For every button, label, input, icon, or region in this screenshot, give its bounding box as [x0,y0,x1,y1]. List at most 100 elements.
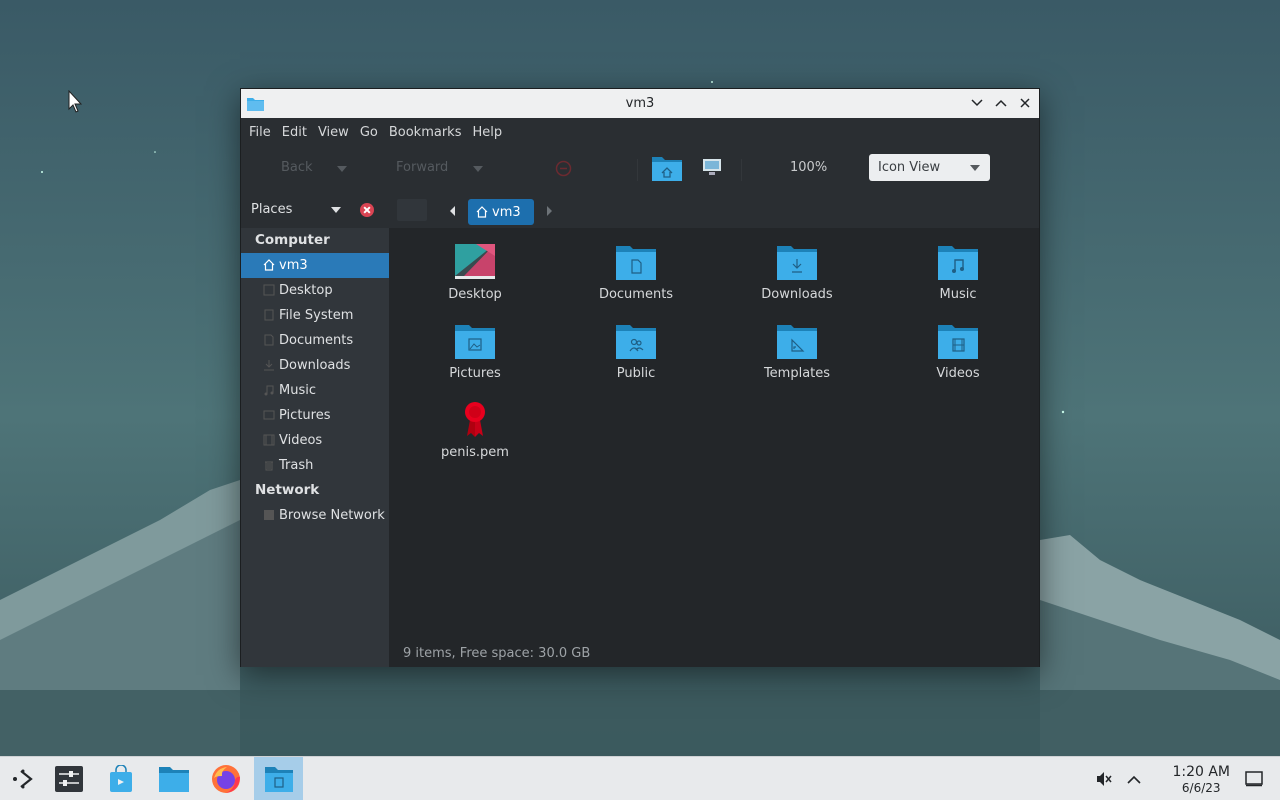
pictures-icon [263,410,275,420]
sidebar-item-label: Videos [279,433,323,448]
sidebar-item-trash[interactable]: Trash [241,453,389,478]
menu-help[interactable]: Help [472,125,511,140]
path-nav-button[interactable] [397,199,427,221]
trash-icon [265,461,273,471]
file-name: Music [939,287,977,302]
firefox-icon [212,765,240,793]
desktop-icon [263,284,275,296]
sidebar-item-label: File System [279,308,354,323]
file-view[interactable]: Desktop Documents Downloads Music Pictur… [389,228,1039,640]
back-dropdown-icon[interactable] [337,166,347,172]
sidebar-item-desktop[interactable]: Desktop [241,278,389,303]
clock-time: 1:20 AM [1172,764,1230,780]
status-bar: 9 items, Free space: 30.0 GB [389,640,1039,667]
sidebar-item-music[interactable]: Music [241,378,389,403]
firefox-button[interactable] [203,757,249,800]
menu-bookmarks[interactable]: Bookmarks [389,125,471,140]
close-icon [1020,98,1030,108]
file-item-downloads[interactable]: Downloads [737,242,857,302]
section-network: Network [255,482,320,498]
forward-button[interactable]: Forward [396,160,448,175]
videos-folder-icon [938,325,978,359]
file-item-public[interactable]: Public [576,321,696,381]
pictures-folder-icon [455,325,495,359]
discover-icon [110,765,132,792]
maximize-button[interactable] [993,94,1009,112]
home-folder-icon[interactable] [651,154,683,182]
drive-icon [264,309,274,321]
file-item-pictures[interactable]: Pictures [415,321,535,381]
file-name: Pictures [449,366,501,381]
stop-icon[interactable] [555,160,572,177]
status-text: 9 items, Free space: 30.0 GB [403,646,591,661]
sidebar-item-file-system[interactable]: File System [241,303,389,328]
file-item-desktop[interactable]: Desktop [415,242,535,302]
settings-icon [55,766,83,792]
chevron-up-icon [1127,775,1141,784]
sidebar-item-documents[interactable]: Documents [241,328,389,353]
path-scroll-left-icon[interactable] [450,206,455,216]
toolbar-separator [637,159,638,181]
file-name: Desktop [448,287,502,302]
sidebar-item-vm3[interactable]: vm3 [241,253,389,278]
close-sidebar-icon[interactable] [360,203,374,217]
minimize-button[interactable] [969,94,985,112]
music-folder-icon [938,246,978,280]
sidebar-item-label: vm3 [279,258,308,273]
application-launcher-button[interactable] [0,757,46,800]
menu-go[interactable]: Go [360,125,387,140]
certificate-icon [465,402,485,437]
view-mode-value: Icon View [878,160,941,175]
view-mode-select[interactable]: Icon View [869,154,990,181]
system-tray-expand-button[interactable] [1114,757,1154,800]
places-dropdown-icon[interactable] [331,207,341,213]
path-bar: vm3 [389,191,1039,228]
digital-clock[interactable]: 1:20 AM 6/6/23 [1172,764,1230,795]
sidebar-item-label: Music [279,383,316,398]
back-button[interactable]: Back [281,160,313,175]
discover-button[interactable] [98,757,144,800]
music-icon [264,385,274,396]
menu-file[interactable]: File [249,125,280,140]
menu-view[interactable]: View [318,125,358,140]
toolbar-separator [741,159,742,181]
file-item-music[interactable]: Music [898,242,1018,302]
templates-folder-icon [777,325,817,359]
file-name: Videos [936,366,980,381]
videos-icon [263,434,275,446]
chevron-up-icon [995,99,1007,107]
file-name: Downloads [761,287,833,302]
sidebar-item-label: Documents [279,333,354,348]
file-name: Public [616,366,656,381]
path-scroll-right-icon[interactable] [547,206,552,216]
folder-icon [159,767,189,792]
computer-icon[interactable] [702,158,722,176]
file-manager-button[interactable] [151,757,197,800]
sidebar-item-pictures[interactable]: Pictures [241,403,389,428]
pcmanfm-window-button[interactable] [254,757,303,800]
file-item-templates[interactable]: Templates [737,321,857,381]
file-item-videos[interactable]: Videos [898,321,1018,381]
taskbar: 1:20 AM 6/6/23 [0,756,1280,800]
sidebar-item-videos[interactable]: Videos [241,428,389,453]
section-computer: Computer [255,232,330,248]
close-button[interactable] [1017,94,1033,112]
window-title: vm3 [625,96,655,111]
volume-muted-icon [1097,772,1112,786]
file-item-documents[interactable]: Documents [576,242,696,302]
show-desktop-button[interactable] [1234,757,1274,800]
sidebar-item-downloads[interactable]: Downloads [241,353,389,378]
window-titlebar[interactable]: vm3 [241,89,1039,118]
sidebar-item-browse-network[interactable]: Browse Network [241,503,389,528]
system-settings-button[interactable] [46,757,92,800]
chevron-down-icon [971,99,983,107]
file-item-pem[interactable]: penis.pem [415,400,535,460]
places-sidebar: Places Computer vm3 Desktop File System … [241,191,389,667]
places-title[interactable]: Places [251,202,292,217]
breadcrumb-vm3[interactable]: vm3 [468,199,534,225]
forward-dropdown-icon[interactable] [473,166,483,172]
sidebar-item-label: Desktop [279,283,333,298]
menu-edit[interactable]: Edit [282,125,316,140]
home-icon [476,206,488,218]
file-name: Templates [763,366,831,381]
